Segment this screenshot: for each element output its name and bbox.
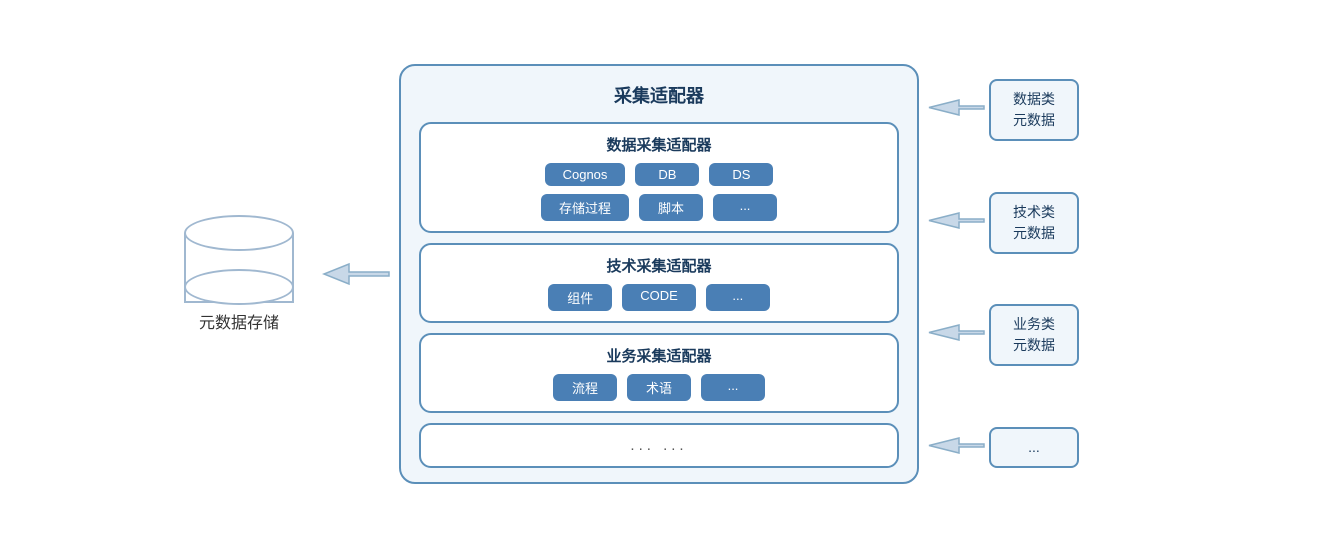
db-label: 元数据存储 bbox=[199, 309, 279, 333]
right-arrow-2 bbox=[919, 320, 989, 350]
chip-script: 脚本 bbox=[639, 194, 703, 221]
biz-adapter-row1: 流程 术语 ... bbox=[435, 374, 883, 401]
right-row-3: ... bbox=[919, 408, 1079, 488]
chip-term: 术语 bbox=[627, 374, 691, 401]
cylinder-top bbox=[184, 215, 294, 251]
data-adapter-title: 数据采集适配器 bbox=[435, 134, 883, 155]
right-label-2: 业务类 元数据 bbox=[989, 304, 1079, 366]
arrow-left bbox=[319, 254, 399, 294]
main-adapter-box: 采集适配器 数据采集适配器 Cognos DB DS 存储过程 脚本 ... 技… bbox=[399, 64, 919, 484]
diagram-container: 元数据存储 采集适配器 数据采集适配器 Cognos DB DS 存储过程 脚本… bbox=[19, 14, 1299, 534]
right-section: 数据类 元数据 技术类 元数据 业务类 元数据 bbox=[919, 44, 1159, 504]
chip-ds: DS bbox=[709, 163, 773, 186]
db-section: 元数据存储 bbox=[159, 215, 319, 333]
right-arrow-1 bbox=[919, 208, 989, 238]
chip-more3: ... bbox=[701, 374, 765, 401]
ellipsis-box: ... ... bbox=[419, 423, 899, 468]
biz-adapter-box: 业务采集适配器 流程 术语 ... bbox=[419, 333, 899, 413]
biz-adapter-title: 业务采集适配器 bbox=[435, 345, 883, 366]
right-row-2: 业务类 元数据 bbox=[919, 295, 1079, 375]
cylinder-icon bbox=[184, 215, 294, 305]
cylinder-bottom-ellipse bbox=[184, 269, 294, 305]
right-label-1: 技术类 元数据 bbox=[989, 192, 1079, 254]
chip-component: 组件 bbox=[548, 284, 612, 311]
right-label-0: 数据类 元数据 bbox=[989, 79, 1079, 141]
chip-cognos: Cognos bbox=[545, 163, 626, 186]
chip-code: CODE bbox=[622, 284, 696, 311]
tech-adapter-title: 技术采集适配器 bbox=[435, 255, 883, 276]
right-arrow-0 bbox=[919, 95, 989, 125]
chip-stored-proc: 存储过程 bbox=[541, 194, 629, 221]
right-row-1: 技术类 元数据 bbox=[919, 183, 1079, 263]
data-adapter-row2: 存储过程 脚本 ... bbox=[435, 194, 883, 221]
main-title: 采集适配器 bbox=[419, 82, 899, 108]
chip-more1: ... bbox=[713, 194, 777, 221]
data-adapter-box: 数据采集适配器 Cognos DB DS 存储过程 脚本 ... bbox=[419, 122, 899, 233]
right-row-0: 数据类 元数据 bbox=[919, 70, 1079, 150]
chip-more2: ... bbox=[706, 284, 770, 311]
chip-process: 流程 bbox=[553, 374, 617, 401]
data-adapter-row1: Cognos DB DS bbox=[435, 163, 883, 186]
right-label-3: ... bbox=[989, 427, 1079, 468]
right-arrow-3 bbox=[919, 433, 989, 463]
tech-adapter-box: 技术采集适配器 组件 CODE ... bbox=[419, 243, 899, 323]
tech-adapter-row1: 组件 CODE ... bbox=[435, 284, 883, 311]
chip-db: DB bbox=[635, 163, 699, 186]
